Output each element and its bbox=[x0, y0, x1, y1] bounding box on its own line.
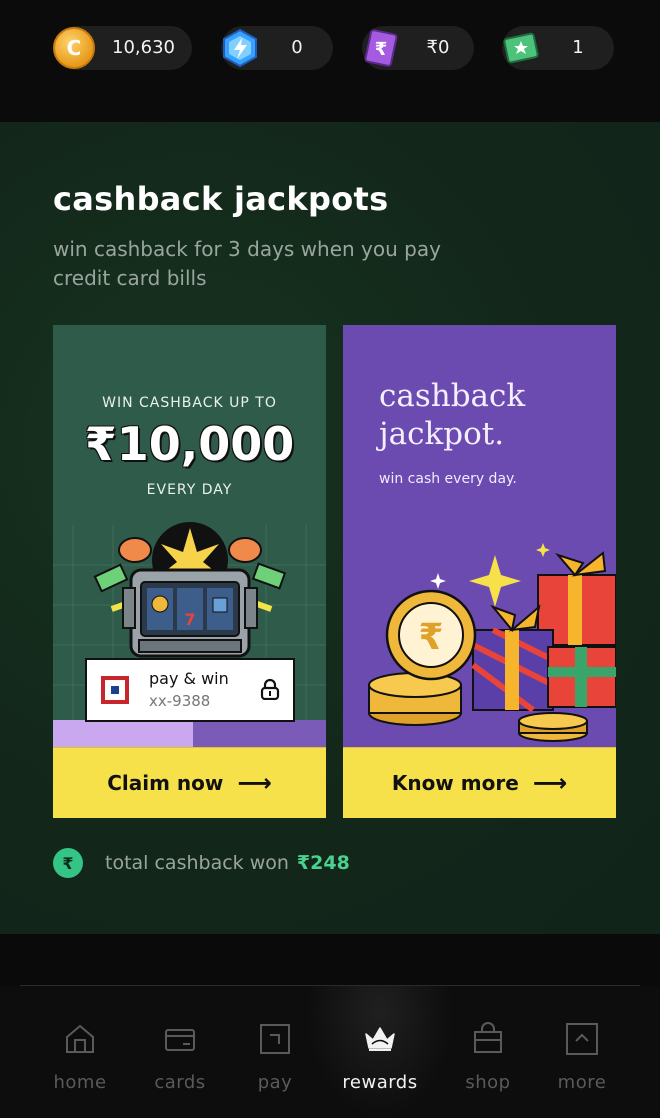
nav-item-pay[interactable]: pay bbox=[225, 1022, 325, 1093]
platform-stripe-dark bbox=[193, 720, 326, 748]
slot-machine-illustration: 7 bbox=[93, 522, 287, 658]
nav-item-shop[interactable]: shop bbox=[438, 1022, 538, 1093]
card-number-masked: xx-9388 bbox=[149, 692, 211, 710]
claim-now-label: Claim now bbox=[107, 771, 224, 795]
nav-item-cards[interactable]: cards bbox=[130, 1022, 230, 1093]
crown-icon bbox=[365, 1027, 395, 1051]
know-more-label: Know more bbox=[391, 771, 519, 795]
nav-label-home: home bbox=[53, 1072, 107, 1093]
every-day-label: EVERY DAY bbox=[146, 482, 233, 498]
nav-item-rewards[interactable]: rewards bbox=[330, 1022, 430, 1093]
pay-and-win-title: pay & win bbox=[149, 669, 229, 688]
nav-label-shop: shop bbox=[465, 1072, 511, 1093]
shop-bag-icon bbox=[474, 1022, 502, 1053]
section-subtitle: win cashback for 3 days when you pay cre… bbox=[53, 237, 441, 290]
ticket-icon bbox=[500, 27, 542, 69]
svg-text:7: 7 bbox=[184, 610, 195, 629]
pay-and-win-tag: pay & win xx-9388 bbox=[85, 658, 295, 722]
nav-label-cards: cards bbox=[154, 1072, 206, 1093]
max-cashback-amount: ₹10,000 bbox=[84, 417, 295, 471]
nav-item-more[interactable]: more bbox=[532, 1022, 632, 1093]
total-cashback-won: ₹ total cashback won ₹248 bbox=[53, 846, 350, 880]
arrow-right-icon: ⟶ bbox=[532, 769, 568, 797]
jackpot-subtitle: win cash every day. bbox=[379, 471, 517, 487]
total-cashback-label: total cashback won bbox=[105, 852, 289, 874]
win-cashback-label: WIN CASHBACK UP TO bbox=[102, 395, 277, 411]
jackpot-title: cashback jackpot. bbox=[379, 377, 525, 453]
bank-logo-icon bbox=[101, 676, 129, 704]
coins-and-gifts-illustration: ₹ bbox=[368, 543, 616, 742]
gem-icon bbox=[219, 27, 261, 69]
nav-item-home[interactable]: home bbox=[30, 1022, 130, 1093]
lock-icon bbox=[260, 678, 280, 700]
coin-icon: C bbox=[53, 27, 95, 69]
claim-now-button[interactable]: Claim now ⟶ bbox=[53, 747, 326, 818]
coins-balance-value: 10,630 bbox=[112, 37, 175, 58]
coins-balance-pill[interactable]: C 10,630 bbox=[53, 26, 192, 70]
total-cashback-amount: ₹248 bbox=[296, 852, 350, 874]
card-icon bbox=[165, 1029, 195, 1051]
nav-label-rewards: rewards bbox=[342, 1072, 418, 1093]
home-icon bbox=[66, 1024, 94, 1053]
arrow-right-icon: ⟶ bbox=[237, 769, 272, 797]
tickets-balance-pill[interactable]: 1 bbox=[502, 26, 614, 70]
cash-balance-value: ₹0 bbox=[426, 37, 450, 58]
nav-label-pay: pay bbox=[257, 1072, 293, 1093]
more-icon bbox=[566, 1023, 598, 1055]
pay-and-win-card[interactable]: WIN CASHBACK UP TO ₹10,000 EVERY DAY 7 p… bbox=[53, 325, 326, 818]
nav-label-more: more bbox=[557, 1072, 607, 1093]
tickets-balance-value: 1 bbox=[572, 37, 584, 58]
balance-bar: C 10,630 0 ₹ ₹0 1 bbox=[0, 0, 660, 122]
svg-text:₹: ₹ bbox=[418, 617, 443, 658]
know-more-button[interactable]: Know more ⟶ bbox=[343, 747, 616, 818]
section-title: cashback jackpots bbox=[53, 180, 389, 218]
cash-voucher-icon: ₹ bbox=[360, 27, 402, 69]
cashback-jackpot-card[interactable]: cashback jackpot. win cash every day. ₹ … bbox=[343, 325, 616, 818]
cash-balance-pill[interactable]: ₹ ₹0 bbox=[362, 26, 474, 70]
jackpot-title-line2: jackpot. bbox=[379, 416, 505, 452]
gems-balance-pill[interactable]: 0 bbox=[221, 26, 333, 70]
gems-balance-value: 0 bbox=[291, 37, 303, 58]
bottom-nav: home cards pay rewards shop more bbox=[0, 986, 660, 1118]
jackpot-title-line1: cashback bbox=[379, 378, 526, 414]
rupee-icon: ₹ bbox=[53, 848, 83, 878]
svg-text:₹: ₹ bbox=[375, 39, 388, 60]
pay-icon bbox=[260, 1024, 290, 1054]
